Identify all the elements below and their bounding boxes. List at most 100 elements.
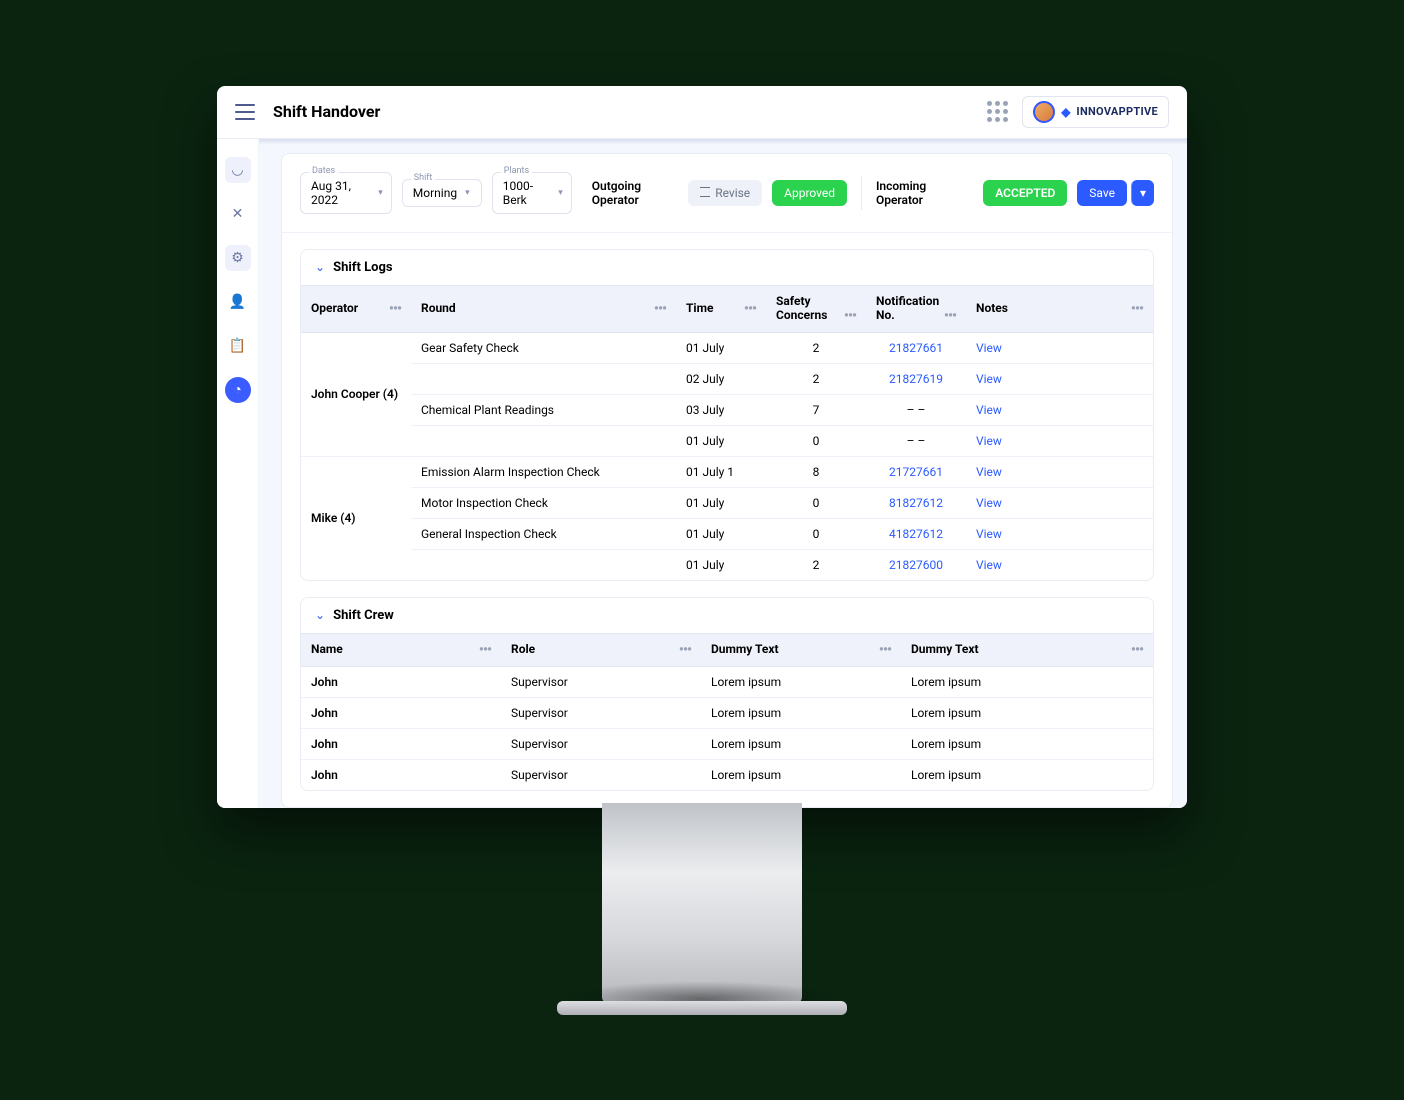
shift-select[interactable]: Shift Morning▾ [402, 179, 482, 207]
safety-cell: 0 [766, 487, 866, 518]
time-cell: 01 July [676, 549, 766, 580]
safety-cell: 8 [766, 456, 866, 487]
sidebar-tools-icon[interactable]: ✕ [225, 201, 251, 227]
time-cell: 01 July [676, 518, 766, 549]
chevron-down-icon[interactable]: ⌄ [315, 260, 325, 274]
brand-text: INNOVAPPTIVE [1076, 105, 1158, 118]
time-cell: 01 July [676, 332, 766, 363]
notes-cell[interactable]: View [966, 456, 1153, 487]
save-button[interactable]: Save [1077, 180, 1127, 206]
time-cell: 01 July [676, 425, 766, 456]
more-icon[interactable]: ••• [744, 301, 756, 317]
role-cell: Supervisor [501, 759, 701, 790]
notes-cell[interactable]: View [966, 425, 1153, 456]
avatar [1033, 101, 1055, 123]
time-cell: 01 July [676, 487, 766, 518]
app-header: Shift Handover ◆ INNOVAPPTIVE [217, 86, 1187, 139]
notes-cell[interactable]: View [966, 487, 1153, 518]
table-row: 02 July221827619View [301, 363, 1153, 394]
sidebar-dashboard-icon[interactable]: ◡ [225, 157, 251, 183]
more-icon[interactable]: ••• [479, 642, 491, 658]
approved-button[interactable]: Approved [772, 180, 847, 206]
more-icon[interactable]: ••• [1131, 642, 1143, 658]
table-row: Chemical Plant Readings03 July7– –View [301, 394, 1153, 425]
safety-cell: 0 [766, 425, 866, 456]
operator-cell: John Cooper (4) [301, 332, 411, 456]
safety-cell: 0 [766, 518, 866, 549]
more-icon[interactable]: ••• [1131, 301, 1143, 317]
plants-select[interactable]: Plants 1000-Berk▾ [492, 172, 572, 214]
notification-cell[interactable]: 21727661 [866, 456, 966, 487]
chevron-down-icon[interactable]: ⌄ [315, 608, 325, 622]
sidebar-equipment-icon[interactable]: ⚙ [225, 245, 251, 271]
name-cell: John [301, 666, 501, 697]
chevron-down-icon: ▾ [558, 188, 563, 198]
safety-cell: 7 [766, 394, 866, 425]
notification-cell[interactable]: 21827661 [866, 332, 966, 363]
table-row: JohnSupervisorLorem ipsumLorem ipsum [301, 697, 1153, 728]
more-icon[interactable]: ••• [844, 308, 856, 324]
accepted-button[interactable]: ACCEPTED [983, 180, 1067, 206]
time-cell: 03 July [676, 394, 766, 425]
grid-apps-icon[interactable] [987, 101, 1008, 122]
table-row: JohnSupervisorLorem ipsumLorem ipsum [301, 666, 1153, 697]
section-title: Shift Logs [333, 260, 392, 275]
dates-select[interactable]: Dates Aug 31, 2022▾ [300, 172, 392, 214]
revise-button[interactable]: Revise [688, 180, 762, 206]
save-dropdown-button[interactable]: ▾ [1131, 180, 1154, 206]
shift-logs-table: Operator••• Round••• Time••• Safety Conc… [301, 285, 1153, 580]
notes-cell[interactable]: View [966, 332, 1153, 363]
table-row: 01 July0– –View [301, 425, 1153, 456]
name-cell: John [301, 759, 501, 790]
notification-cell[interactable]: 81827612 [866, 487, 966, 518]
name-cell: John [301, 697, 501, 728]
sliders-icon [700, 186, 710, 200]
notes-cell[interactable]: View [966, 394, 1153, 425]
dummy-cell: Lorem ipsum [701, 697, 901, 728]
monitor-stand [602, 803, 802, 1003]
table-row: JohnSupervisorLorem ipsumLorem ipsum [301, 759, 1153, 790]
time-cell: 01 July 1 [676, 456, 766, 487]
shift-crew-section: ⌄ Shift Crew Name••• Role••• Dummy Text•… [300, 597, 1154, 791]
round-cell [411, 425, 676, 456]
round-cell [411, 363, 676, 394]
notification-cell[interactable]: 21827619 [866, 363, 966, 394]
notes-cell[interactable]: View [966, 363, 1153, 394]
notes-cell[interactable]: View [966, 518, 1153, 549]
more-icon[interactable]: ••• [944, 308, 956, 324]
dummy-cell: Lorem ipsum [901, 697, 1153, 728]
table-row: JohnSupervisorLorem ipsumLorem ipsum [301, 728, 1153, 759]
sidebar: ◡ ✕ ⚙ 👤 📋 ◔ [217, 139, 259, 808]
notification-cell[interactable]: 21827600 [866, 549, 966, 580]
round-cell: Chemical Plant Readings [411, 394, 676, 425]
notification-cell: – – [866, 394, 966, 425]
table-row: Motor Inspection Check01 July081827612Vi… [301, 487, 1153, 518]
table-row: 01 July221827600View [301, 549, 1153, 580]
brand-chip[interactable]: ◆ INNOVAPPTIVE [1022, 96, 1169, 128]
safety-cell: 2 [766, 549, 866, 580]
sidebar-clipboard-icon[interactable]: 📋 [225, 333, 251, 359]
section-title: Shift Crew [333, 608, 394, 623]
notes-cell[interactable]: View [966, 549, 1153, 580]
role-cell: Supervisor [501, 666, 701, 697]
more-icon[interactable]: ••• [679, 642, 691, 658]
shift-logs-section: ⌄ Shift Logs Operator••• Round••• Time••… [300, 249, 1154, 581]
role-cell: Supervisor [501, 728, 701, 759]
hamburger-menu-icon[interactable] [235, 104, 255, 120]
operator-cell: Mike (4) [301, 456, 411, 580]
dummy-cell: Lorem ipsum [701, 728, 901, 759]
shift-crew-table: Name••• Role••• Dummy Text••• Dummy Text… [301, 633, 1153, 790]
round-cell: General Inspection Check [411, 518, 676, 549]
more-icon[interactable]: ••• [879, 642, 891, 658]
sidebar-clock-icon[interactable]: ◔ [225, 377, 251, 403]
name-cell: John [301, 728, 501, 759]
filter-bar: Dates Aug 31, 2022▾ Shift Morning▾ Plant… [282, 154, 1172, 233]
role-cell: Supervisor [501, 697, 701, 728]
more-icon[interactable]: ••• [654, 301, 666, 317]
notification-cell: – – [866, 425, 966, 456]
notification-cell[interactable]: 41827612 [866, 518, 966, 549]
round-cell: Emission Alarm Inspection Check [411, 456, 676, 487]
more-icon[interactable]: ••• [389, 301, 401, 317]
sidebar-user-icon[interactable]: 👤 [225, 289, 251, 315]
chevron-down-icon: ▾ [378, 188, 383, 198]
